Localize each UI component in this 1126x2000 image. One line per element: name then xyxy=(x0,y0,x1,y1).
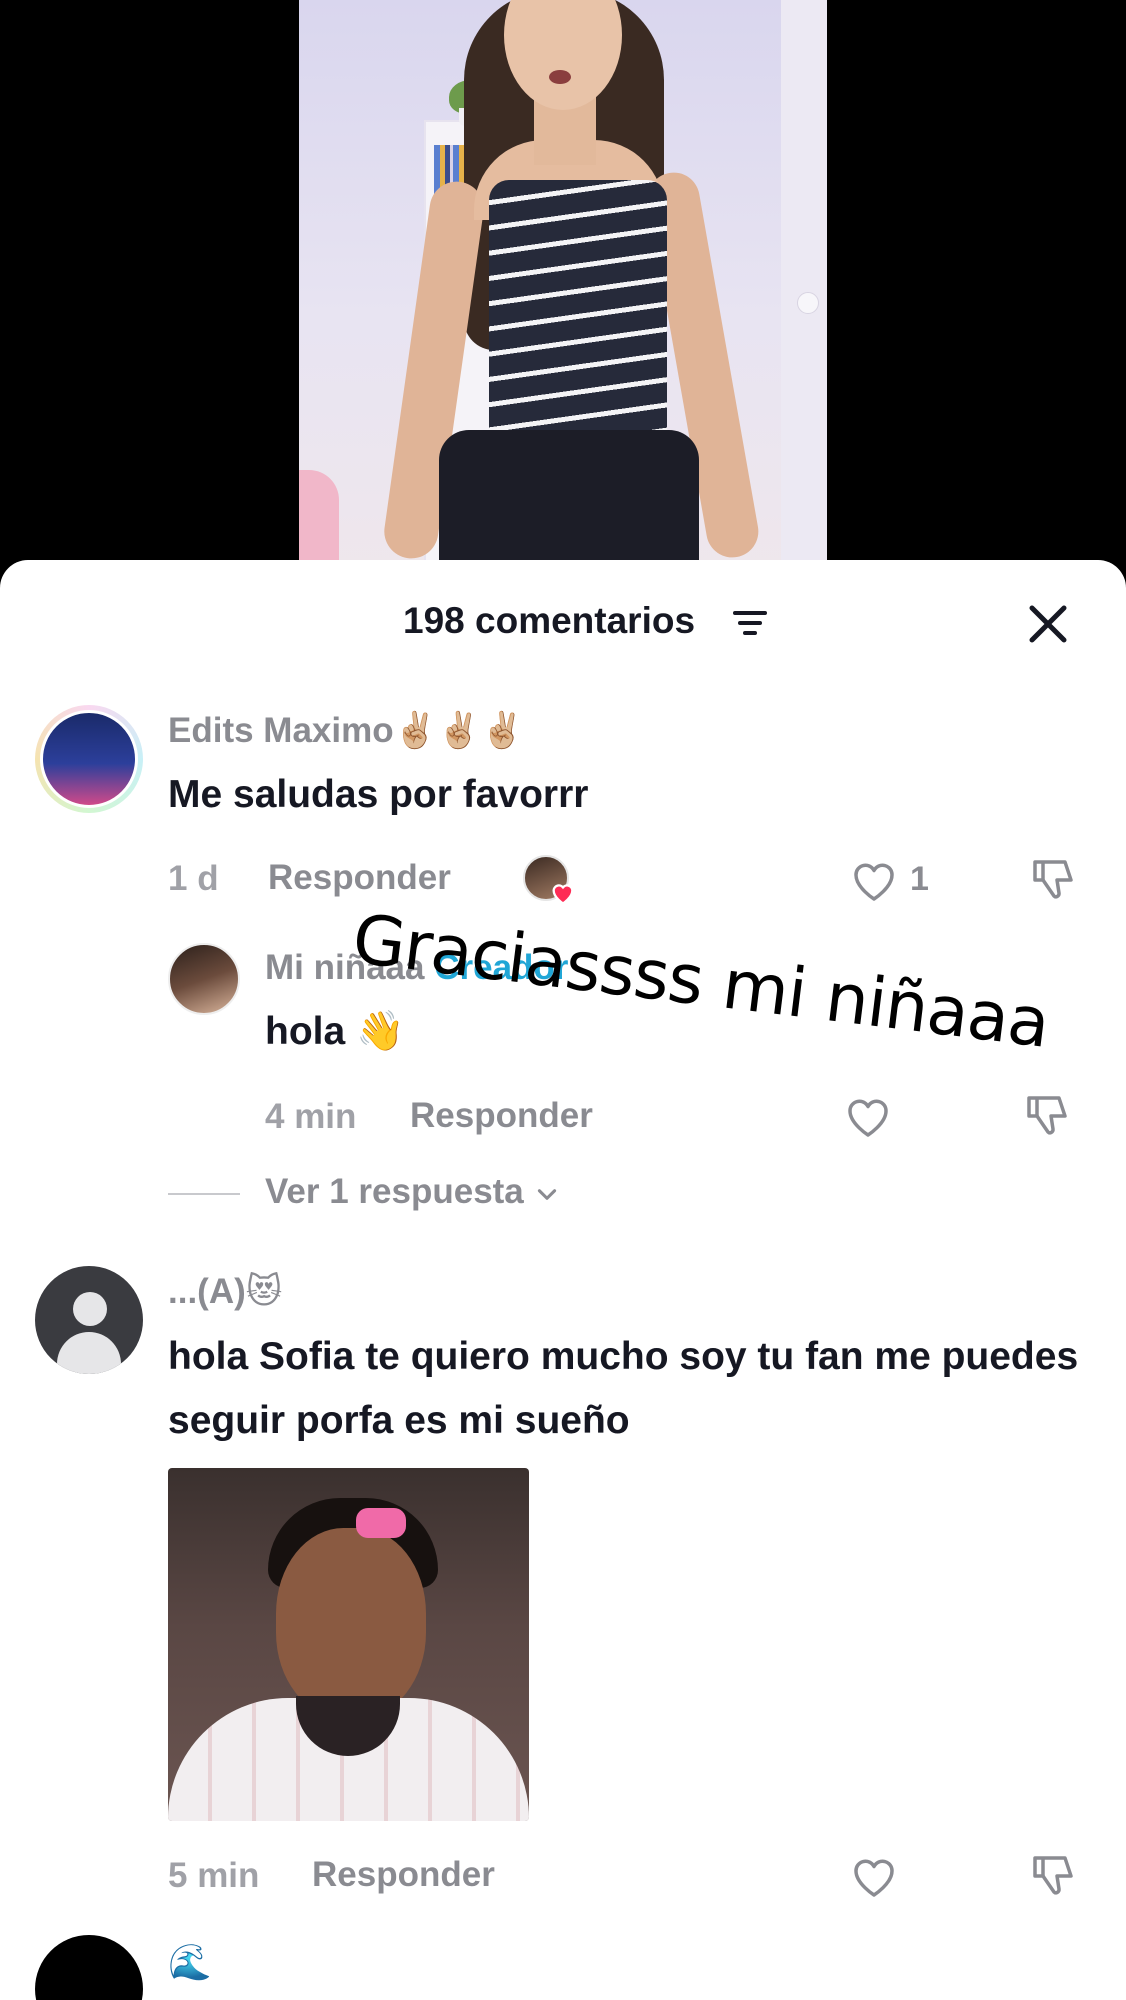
comment-time: 5 min xyxy=(168,1856,260,1895)
like-count: 1 xyxy=(910,860,929,898)
heart-outline-icon[interactable] xyxy=(846,1848,902,1904)
comment-username[interactable]: 🌊 xyxy=(168,1942,212,1983)
avatar-head-shape xyxy=(73,1292,107,1326)
thumb-down-icon[interactable] xyxy=(1026,1848,1082,1904)
reply-avatar[interactable] xyxy=(168,943,240,1015)
video-frame[interactable] xyxy=(299,0,827,580)
view-replies-button[interactable]: Ver 1 respuesta xyxy=(265,1172,560,1212)
heart-outline-icon[interactable] xyxy=(840,1088,896,1144)
view-replies-divider xyxy=(168,1193,240,1195)
comment-sticker-image[interactable] xyxy=(168,1468,529,1821)
comment-username[interactable]: Edits Maximo✌🏼✌🏼✌🏼 xyxy=(168,710,524,751)
thumb-down-icon[interactable] xyxy=(1020,1088,1076,1144)
sticker-bow xyxy=(356,1508,406,1538)
reply-reply-button[interactable]: Responder xyxy=(410,1096,593,1136)
comment-count: 198 comentarios xyxy=(403,600,696,641)
sheet-header: 198 comentarios xyxy=(0,560,1126,680)
video-person-shorts xyxy=(439,430,699,580)
comment-text: hola Sofia te quiero mucho soy tu fan me… xyxy=(168,1335,1079,1442)
reply-button[interactable]: Responder xyxy=(268,858,451,898)
sticker-person-face xyxy=(276,1528,426,1718)
comment-time: 1 d xyxy=(168,859,219,898)
heart-outline-icon[interactable] xyxy=(846,852,902,908)
comment-text: Me saludas por favorrr xyxy=(168,773,589,816)
avatar-body-shape xyxy=(57,1332,121,1374)
default-avatar[interactable] xyxy=(35,1266,143,1374)
sort-icon[interactable] xyxy=(733,610,767,636)
video-wall xyxy=(781,0,827,580)
video-person-mouth xyxy=(549,70,571,84)
comment-username[interactable]: ...(A)😻 xyxy=(168,1272,282,1312)
reply-button[interactable]: Responder xyxy=(312,1855,495,1895)
thumb-down-icon[interactable] xyxy=(1026,852,1082,908)
video-door-knob xyxy=(797,292,819,314)
creator-liked-badge xyxy=(523,855,575,907)
close-icon[interactable] xyxy=(1020,596,1076,652)
heart-filled-icon xyxy=(552,884,574,905)
view-replies-label: Ver 1 respuesta xyxy=(265,1172,524,1211)
video-player[interactable] xyxy=(0,0,1126,580)
chevron-down-icon xyxy=(537,1188,556,1200)
avatar-image xyxy=(40,710,138,808)
reply-time: 4 min xyxy=(265,1097,357,1136)
avatar[interactable] xyxy=(35,705,143,813)
